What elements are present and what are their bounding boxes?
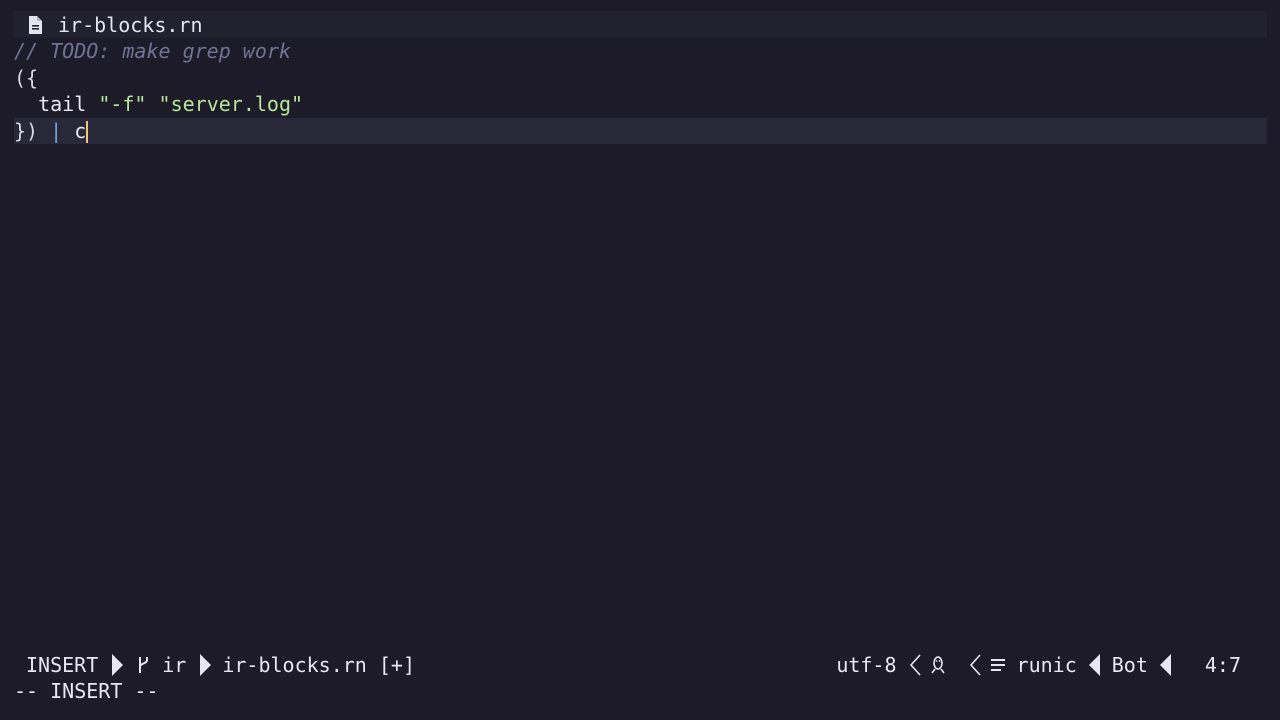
typed-text: c [74, 118, 87, 143]
comment-text: // TODO: make grep work [14, 39, 291, 63]
file-encoding: utf-8 [836, 652, 897, 677]
separator-arrow-right-icon [112, 653, 124, 676]
tabline: ir-blocks.rn [14, 11, 1267, 38]
tab-filename: ir-blocks.rn [58, 12, 203, 37]
file-icon [26, 14, 46, 36]
statusline: INSERT ir ir-blocks.rn [+] utf-8 runic B… [14, 651, 1267, 678]
linux-tux-icon [929, 655, 947, 675]
editor-line-1: // TODO: make grep work [14, 38, 1267, 65]
editor-line-2: ({ [14, 65, 1267, 92]
status-filename: ir-blocks.rn [+] [222, 652, 415, 677]
editor-line-4-current: }) | c [14, 117, 1267, 144]
text-cursor [86, 121, 89, 143]
list-icon [989, 655, 1007, 675]
command-name: tail [38, 92, 87, 116]
mode-indicator: INSERT [26, 652, 99, 677]
scroll-position: Bot [1111, 652, 1148, 677]
string-arg-2: "server.log" [158, 92, 304, 116]
git-branch-name: ir [162, 652, 187, 677]
separator-arrow-left-icon [1159, 653, 1171, 676]
close-block: }) [14, 118, 39, 143]
separator-arrow-right-icon [200, 653, 212, 676]
thin-separator-left-icon [909, 653, 921, 676]
editor-line-3: tail "-f" "server.log" [14, 91, 1267, 118]
thin-separator-left-icon [969, 653, 981, 676]
cursor-position: 4:7 [1204, 652, 1241, 677]
editor-buffer[interactable]: // TODO: make grep work ({ tail "-f" "se… [14, 38, 1267, 144]
git-branch-icon [134, 655, 152, 675]
separator-arrow-left-icon [1088, 653, 1100, 676]
buffer-tab[interactable]: ir-blocks.rn [26, 11, 216, 38]
open-block: ({ [14, 65, 39, 90]
string-arg-1: "-f" [98, 92, 147, 116]
filetype: runic [1016, 652, 1077, 677]
pipe-operator: | [50, 118, 63, 143]
command-line: -- INSERT -- [14, 679, 159, 703]
